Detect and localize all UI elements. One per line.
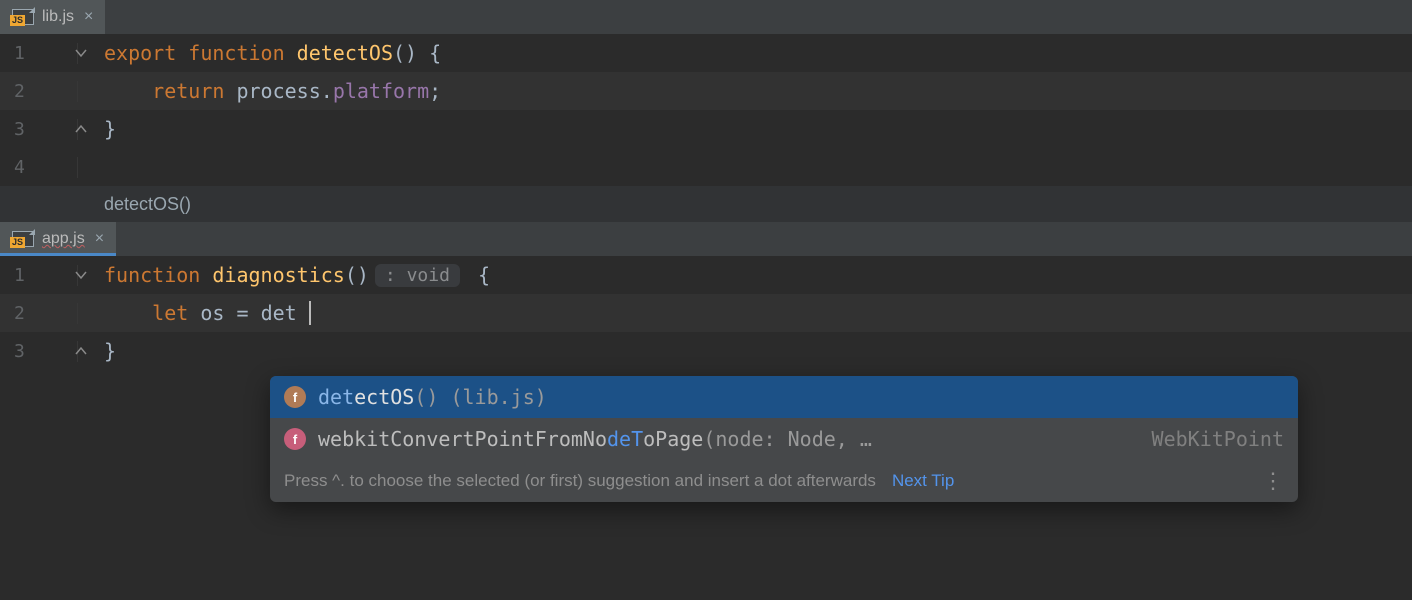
- completion-type: WebKitPoint: [1152, 427, 1284, 451]
- close-icon[interactable]: ×: [93, 231, 106, 247]
- code-editor-top[interactable]: 1export function detectOS() {2 return pr…: [0, 34, 1412, 186]
- code-line[interactable]: 1export function detectOS() {: [0, 34, 1412, 72]
- code-content[interactable]: }: [86, 117, 116, 141]
- code-line[interactable]: 1function diagnostics(): void {: [0, 256, 1412, 294]
- gutter: 2: [0, 81, 86, 102]
- code-line[interactable]: 3}: [0, 332, 1412, 370]
- completion-label: detectOS() (lib.js): [318, 385, 547, 409]
- gutter: 2: [0, 303, 86, 324]
- tab-bar-top: JS lib.js ×: [0, 0, 1412, 34]
- code-content[interactable]: return process.platform;: [86, 79, 441, 103]
- gutter: 3: [0, 119, 86, 140]
- completion-popup: f detectOS() (lib.js) f webkitConvertPointF…: [270, 376, 1298, 502]
- gutter: 1: [0, 265, 86, 286]
- code-content[interactable]: function diagnostics(): void {: [86, 263, 490, 287]
- bottom-editor-pane: JS app.js × 1function diagnostics(): voi…: [0, 222, 1412, 370]
- top-editor-pane: JS lib.js × 1export function detectOS() …: [0, 0, 1412, 222]
- code-editor-bottom[interactable]: 1function diagnostics(): void {2 let os …: [0, 256, 1412, 370]
- function-badge-icon: f: [284, 386, 306, 408]
- breadcrumb[interactable]: detectOS(): [0, 186, 1412, 222]
- js-file-icon: JS: [12, 9, 34, 25]
- code-content[interactable]: }: [86, 339, 116, 363]
- gutter: 3: [0, 341, 86, 362]
- completion-label: webkitConvertPointFromNodeToPage(node: N…: [318, 427, 872, 451]
- next-tip-link[interactable]: Next Tip: [892, 471, 954, 491]
- gutter: 1: [0, 43, 86, 64]
- function-badge-icon: f: [284, 428, 306, 450]
- code-content[interactable]: export function detectOS() {: [86, 41, 441, 65]
- completion-footer: Press ^. to choose the selected (or firs…: [270, 460, 1298, 502]
- code-line[interactable]: 2 return process.platform;: [0, 72, 1412, 110]
- tab-filename: app.js: [42, 230, 85, 248]
- js-file-icon: JS: [12, 231, 34, 247]
- code-content[interactable]: let os = det: [86, 301, 297, 325]
- more-icon[interactable]: ⋮: [1262, 474, 1284, 487]
- completion-hint-text: Press ^. to choose the selected (or firs…: [284, 471, 876, 491]
- tab-app-js[interactable]: JS app.js ×: [0, 222, 116, 256]
- tab-filename: lib.js: [42, 8, 74, 26]
- fold-close-icon[interactable]: [74, 122, 88, 136]
- gutter: 4: [0, 157, 86, 178]
- fold-open-icon[interactable]: [74, 268, 88, 282]
- fold-close-icon[interactable]: [74, 344, 88, 358]
- code-line[interactable]: 2 let os = det: [0, 294, 1412, 332]
- completion-item[interactable]: f detectOS() (lib.js): [270, 376, 1298, 418]
- tab-bar-bottom: JS app.js ×: [0, 222, 1412, 256]
- fold-open-icon[interactable]: [74, 46, 88, 60]
- tab-lib-js[interactable]: JS lib.js ×: [0, 0, 105, 34]
- completion-item[interactable]: f webkitConvertPointFromNodeToPage(node: …: [270, 418, 1298, 460]
- close-icon[interactable]: ×: [82, 9, 95, 25]
- code-line[interactable]: 3}: [0, 110, 1412, 148]
- code-line[interactable]: 4: [0, 148, 1412, 186]
